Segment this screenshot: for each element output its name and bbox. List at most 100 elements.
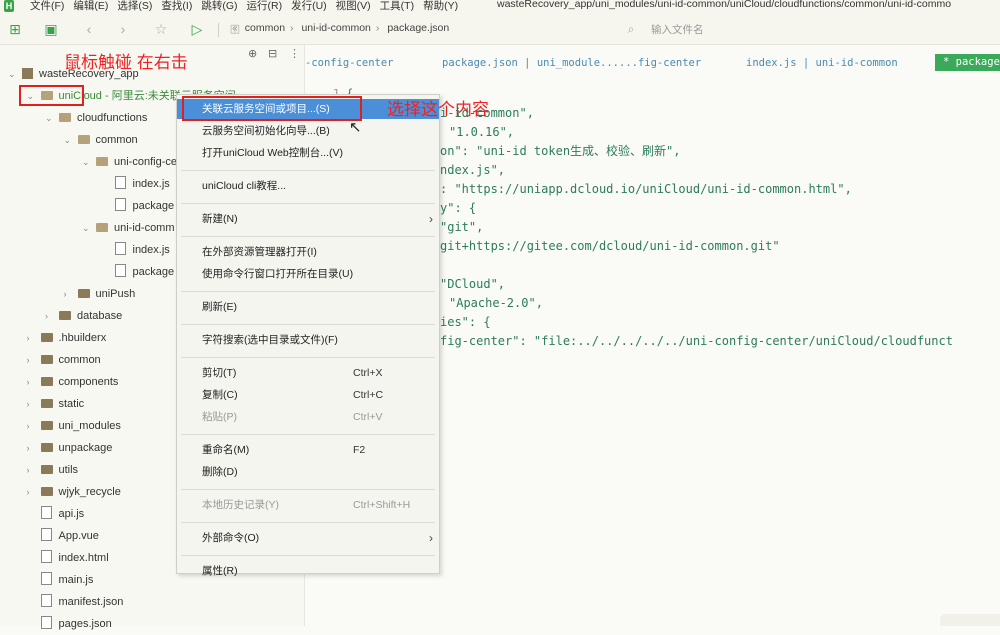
context-menu-item[interactable]: 属性(R) xyxy=(177,561,439,581)
chevron-right-icon[interactable]: › xyxy=(27,327,37,349)
code-line[interactable]: ies": { xyxy=(440,313,491,332)
chevron-right-icon[interactable]: › xyxy=(45,305,55,327)
context-menu-item[interactable]: 使用命令行窗口打开所在目录(U) xyxy=(177,264,439,284)
menu-item[interactable]: 文件(F) xyxy=(30,0,64,12)
context-menu-item[interactable]: 重命名(M) F2 xyxy=(177,440,439,460)
menu-item[interactable]: 帮助(Y) xyxy=(423,0,458,12)
menu-item[interactable]: 选择(S) xyxy=(117,0,152,12)
file-search-input[interactable]: 输入文件名 xyxy=(651,22,704,37)
chevron-down-icon[interactable]: ⌄ xyxy=(82,217,92,239)
menu-item[interactable]: 视图(V) xyxy=(336,0,371,12)
breadcrumb-item[interactable]: uni-id-common xyxy=(301,22,370,34)
tree-file-item[interactable]: index.js xyxy=(101,173,170,195)
tree-file-item[interactable]: App.vue xyxy=(27,525,99,547)
code-line[interactable]: fig-center": "file:../../../../../uni-co… xyxy=(440,332,953,351)
tab-active-package[interactable]: * package xyxy=(935,54,1000,71)
tree-folder-item[interactable]: › common xyxy=(27,349,101,371)
tree-item-label: index.js xyxy=(132,178,170,190)
context-menu-item[interactable]: 外部命令(O) › xyxy=(177,528,439,548)
breadcrumb-item[interactable]: common xyxy=(245,22,285,34)
code-line[interactable]: ndex.js", xyxy=(440,161,505,180)
context-menu-item[interactable]: 刷新(E) xyxy=(177,297,439,317)
chevron-down-icon[interactable]: ⌄ xyxy=(8,63,18,85)
menu-item[interactable]: 编辑(E) xyxy=(73,0,108,12)
chevron-right-icon[interactable]: › xyxy=(27,437,37,459)
context-menu-item[interactable]: 新建(N) › xyxy=(177,209,439,229)
chevron-right-icon[interactable]: › xyxy=(27,415,37,437)
save-icon[interactable]: ▣ xyxy=(42,20,60,38)
folder-icon xyxy=(40,355,53,364)
tree-file-item[interactable]: package xyxy=(101,195,175,217)
more-icon[interactable]: ⋮ xyxy=(289,47,300,60)
chevron-right-icon[interactable]: › xyxy=(27,371,37,393)
run-icon[interactable]: ▷ xyxy=(188,20,206,38)
tree-folder-item[interactable]: ⌄ uni-config-ce xyxy=(82,151,177,173)
code-line[interactable]: on": "uni-id token生成、校验、刷新", xyxy=(440,142,681,161)
context-menu-item[interactable]: 剪切(T) Ctrl+X xyxy=(177,363,439,383)
context-menu-item[interactable]: 打开uniCloud Web控制台...(V) xyxy=(177,143,439,163)
tree-folder-item[interactable]: ⌄ cloudfunctions xyxy=(45,107,147,129)
chevron-right-icon[interactable]: › xyxy=(27,459,37,481)
tree-folder-item[interactable]: ⌄ uni-id-comm xyxy=(82,217,175,239)
new-file-icon[interactable]: ⊞ xyxy=(6,20,24,38)
collapse-all-icon[interactable]: ⊟ xyxy=(268,47,277,60)
code-line[interactable]: "git", xyxy=(440,218,483,237)
breadcrumb-overflow-icon[interactable]: « xyxy=(232,22,238,34)
menu-item[interactable]: 查找(I) xyxy=(161,0,192,12)
code-line[interactable]: "DCloud", xyxy=(440,275,505,294)
tree-item-label: index.js xyxy=(132,244,170,256)
tree-folder-item[interactable]: › unpackage xyxy=(27,437,113,459)
tree-file-item[interactable]: package xyxy=(101,261,174,283)
tab-config-center[interactable]: -config-center xyxy=(305,57,394,69)
tree-folder-item[interactable]: › database xyxy=(45,305,122,327)
context-menu-item[interactable]: 复制(C) Ctrl+C xyxy=(177,385,439,405)
breadcrumb-item[interactable]: package.json xyxy=(387,22,449,34)
forward-arrow-icon[interactable]: › xyxy=(114,20,132,38)
context-menu-item[interactable]: 云服务空间初始化向导...(B) xyxy=(177,121,439,141)
star-icon[interactable]: ☆ xyxy=(152,20,170,38)
menu-item[interactable]: 跳转(G) xyxy=(201,0,237,12)
tree-file-item[interactable]: api.js xyxy=(27,503,84,525)
tree-folder-item[interactable]: › uniPush xyxy=(64,283,136,305)
menu-item[interactable]: 运行(R) xyxy=(247,0,283,12)
chevron-down-icon[interactable]: ⌄ xyxy=(45,107,55,129)
chevron-down-icon[interactable]: ⌄ xyxy=(64,129,74,151)
tree-folder-item[interactable]: › wjyk_recycle xyxy=(27,481,121,503)
chevron-right-icon[interactable]: › xyxy=(27,349,37,371)
context-menu-item[interactable]: 删除(D) xyxy=(177,462,439,482)
target-icon[interactable]: ⊕ xyxy=(248,47,257,60)
tab-package-json[interactable]: package.json | uni_module......fig-cente… xyxy=(442,57,701,69)
tree-file-item[interactable]: main.js xyxy=(27,569,93,591)
chevron-down-icon[interactable]: ⌄ xyxy=(82,151,92,173)
file-icon xyxy=(40,572,52,585)
tree-folder-item[interactable]: › static xyxy=(27,393,85,415)
code-line[interactable]: git+https://gitee.com/dcloud/uni-id-comm… xyxy=(440,237,780,256)
tree-folder-item[interactable]: › uni_modules xyxy=(27,415,121,437)
tree-folder-item[interactable]: › utils xyxy=(27,459,79,481)
chevron-right-icon[interactable]: › xyxy=(27,393,37,415)
tree-folder-item[interactable]: › .hbuilderx xyxy=(27,327,107,349)
context-menu-item[interactable]: 在外部资源管理器打开(I) xyxy=(177,242,439,262)
tree-file-item[interactable]: manifest.json xyxy=(27,591,123,613)
chevron-right-icon[interactable]: › xyxy=(64,283,74,305)
menu-item[interactable]: 发行(U) xyxy=(291,0,327,12)
menu-separator xyxy=(181,170,435,171)
code-line[interactable]: "Apache-2.0", xyxy=(449,294,543,313)
tree-file-item[interactable]: pages.json xyxy=(27,613,112,635)
code-line[interactable]: y": { xyxy=(440,199,476,218)
menu-item[interactable]: 工具(T) xyxy=(380,0,414,12)
back-arrow-icon[interactable]: ‹ xyxy=(80,20,98,38)
file-icon xyxy=(114,242,126,255)
chevron-right-icon[interactable]: › xyxy=(27,481,37,503)
menu-item-label: 复制(C) xyxy=(202,389,238,401)
tree-folder-item[interactable]: ⌄ common xyxy=(64,129,138,151)
tab-index-js[interactable]: index.js | uni-id-common xyxy=(746,57,898,69)
tree-item-label: package xyxy=(132,200,175,212)
tree-folder-item[interactable]: › components xyxy=(27,371,119,393)
code-line[interactable]: : "https://uniapp.dcloud.io/uniCloud/uni… xyxy=(440,180,852,199)
context-menu-item[interactable]: 字符搜索(选中目录或文件)(F) xyxy=(177,330,439,350)
tree-file-item[interactable]: index.html xyxy=(27,547,109,569)
code-line[interactable]: "1.0.16", xyxy=(449,123,514,142)
tree-file-item[interactable]: index.js xyxy=(101,239,170,261)
context-menu-item[interactable]: uniCloud cli教程... xyxy=(177,176,439,196)
